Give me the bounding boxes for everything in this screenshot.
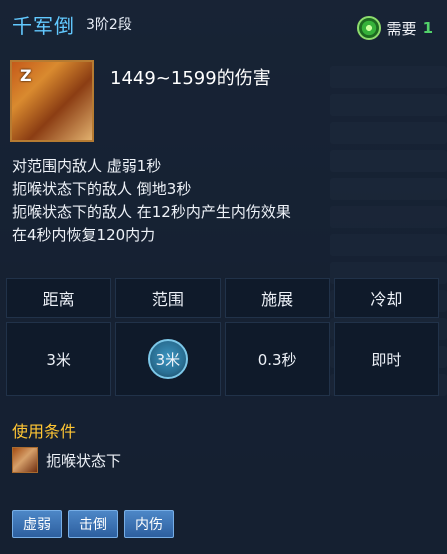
skill-title: 千军倒 <box>12 14 75 38</box>
condition-title: 使用条件 <box>12 422 77 441</box>
skill-icon: Z <box>10 60 94 142</box>
skill-icon-letter: Z <box>20 66 32 85</box>
requirement-number: 1 <box>422 19 433 37</box>
green-orb-icon <box>356 16 381 40</box>
tag-internal-injury[interactable]: 内伤 <box>124 510 174 538</box>
damage-text: 1449~1599的伤害 <box>110 68 271 89</box>
requirement-label: 需要 <box>386 19 417 38</box>
skill-stats-table: 距离 范围 施展 冷却 3米 3米 0.3秒 即时 <box>6 278 439 396</box>
condition-text: 扼喉状态下 <box>46 451 122 470</box>
stat-header-cooldown: 冷却 <box>333 278 439 318</box>
range-circle: 3米 <box>147 339 188 379</box>
stat-header-range: 范围 <box>115 278 221 318</box>
stat-header-distance: 距离 <box>6 278 112 318</box>
stat-header-cast: 施展 <box>224 278 330 318</box>
description-line: 在4秒内恢复120内力 <box>12 226 156 244</box>
skill-tooltip-panel: 千军倒 3阶2段 需要 1 Z 1449~1599的伤害 对范围内敌人 虚弱1秒… <box>0 0 447 554</box>
tag-knockdown[interactable]: 击倒 <box>68 510 118 538</box>
description-line: 对范围内敌人 虚弱1秒 <box>12 157 162 175</box>
range-circle-text: 3米 <box>155 350 181 369</box>
stat-value-range: 3米 <box>115 322 221 396</box>
tags-row: 虚弱 击倒 内伤 <box>12 510 174 538</box>
tag-weaken[interactable]: 虚弱 <box>12 510 62 538</box>
requirement: 需要 1 <box>356 16 433 40</box>
skill-rank: 3阶2段 <box>86 17 132 33</box>
description-line: 扼喉状态下的敌人 在12秒内产生内伤效果 <box>12 203 291 221</box>
stat-value-distance: 3米 <box>6 322 112 396</box>
condition-icon <box>12 447 38 473</box>
condition-row: 扼喉状态下 <box>12 447 121 473</box>
stat-value-cooldown: 即时 <box>333 322 439 396</box>
stat-value-cast: 0.3秒 <box>224 322 330 396</box>
skill-description: 对范围内敌人 虚弱1秒 扼喉状态下的敌人 倒地3秒 扼喉状态下的敌人 在12秒内… <box>12 155 291 247</box>
description-line: 扼喉状态下的敌人 倒地3秒 <box>12 180 192 198</box>
